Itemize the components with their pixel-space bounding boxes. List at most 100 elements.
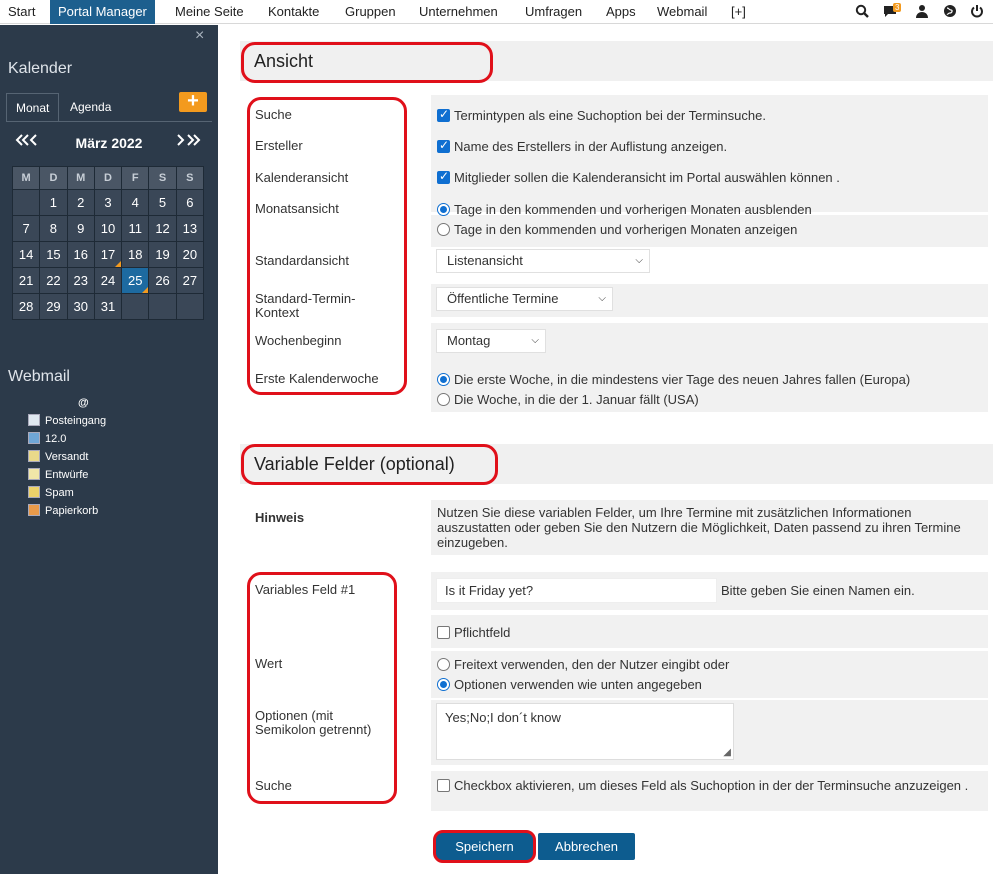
calendar-day[interactable]: 15	[39, 241, 68, 268]
select-standardansicht[interactable]: Listenansicht ⌵	[436, 249, 650, 273]
radio-woche-europa[interactable]: Die erste Woche, in die mindestens vier …	[437, 372, 910, 387]
calendar-day[interactable]: 9	[66, 215, 95, 242]
folder-entwuerfe[interactable]: Entwürfe	[28, 468, 88, 484]
tab-divider	[6, 121, 212, 122]
calendar-day[interactable]: 31	[93, 293, 123, 320]
radio-selected[interactable]	[437, 678, 450, 691]
calendar-day[interactable]: 5	[148, 189, 177, 216]
pflichtfeld-checkbox[interactable]: Pflichtfeld	[437, 625, 510, 640]
calendar-day[interactable]: 29	[39, 293, 68, 320]
calendar-day[interactable]: 21	[11, 267, 41, 294]
nav-start[interactable]: Start	[8, 0, 35, 24]
calendar-day[interactable]: 10	[93, 215, 123, 242]
calendar-day[interactable]: 3	[93, 189, 123, 216]
calendar-day[interactable]: 24	[93, 267, 123, 294]
optionen-textarea[interactable]: Yes;No;I don´t know ◢	[436, 703, 734, 760]
label-kalenderansicht: Kalenderansicht	[255, 170, 349, 185]
calendar-day[interactable]: 8	[39, 215, 68, 242]
save-button[interactable]: Speichern	[436, 833, 533, 860]
drafts-icon	[28, 468, 40, 480]
checkbox-checked[interactable]	[437, 169, 450, 184]
folder-label: Entwürfe	[45, 469, 89, 481]
calendar-day[interactable]: 27	[175, 267, 205, 294]
power-icon[interactable]	[969, 4, 985, 20]
calendar-day[interactable]: 30	[66, 293, 95, 320]
nav-unternehmen[interactable]: Unternehmen	[419, 0, 498, 24]
calendar-day[interactable]: 11	[121, 215, 150, 242]
calendar-day[interactable]: 4	[121, 189, 150, 216]
calendar-day[interactable]: 19	[148, 241, 177, 268]
globe-icon[interactable]	[942, 4, 958, 20]
folder-spam[interactable]: Spam	[28, 486, 74, 502]
tab-monat[interactable]: Monat	[6, 93, 60, 121]
checkbox-unchecked[interactable]	[437, 779, 450, 792]
checkbox-checked[interactable]	[437, 138, 450, 153]
tab-agenda[interactable]: Agenda	[61, 93, 120, 121]
calendar-day[interactable]: 13	[175, 215, 205, 242]
calendar-day[interactable]: 1	[39, 189, 68, 216]
calendar-day[interactable]: 20	[175, 241, 205, 268]
calendar-day[interactable]: 16	[66, 241, 95, 268]
weekday-label: M	[66, 166, 95, 190]
select-wochenbeginn[interactable]: Montag ⌵	[436, 329, 546, 353]
calendar-day[interactable]: 7	[11, 215, 41, 242]
radio-optionen[interactable]: Optionen verwenden wie unten angegeben	[437, 677, 702, 692]
folder-papierkorb[interactable]: Papierkorb	[28, 504, 98, 520]
folder-versandt[interactable]: Versandt	[28, 450, 88, 466]
checkbox-unchecked[interactable]	[437, 626, 450, 639]
nav-webmail[interactable]: Webmail	[657, 0, 707, 24]
select-standard-termin-kontext[interactable]: Öffentliche Termine ⌵	[436, 287, 613, 311]
radio-selected[interactable]	[437, 203, 450, 216]
inbox-icon	[28, 414, 40, 426]
label-optionen: Optionen (mit Semikolon getrennt)	[255, 708, 372, 737]
radio-woche-usa[interactable]: Die Woche, in die der 1. Januar fällt (U…	[437, 392, 699, 407]
folder-12-0[interactable]: 12.0	[28, 432, 66, 448]
nav-meine-seite[interactable]: Meine Seite	[175, 0, 244, 24]
nav-add[interactable]: [+]	[731, 0, 746, 24]
folder-label: Versandt	[45, 451, 89, 463]
checkbox-checked[interactable]	[437, 107, 450, 122]
radio-monat-ausblenden[interactable]: Tage in den kommenden und vorherigen Mon…	[437, 202, 812, 217]
calendar-day[interactable]: 26	[148, 267, 177, 294]
calendar-day[interactable]: 22	[39, 267, 68, 294]
radio-selected[interactable]	[437, 373, 450, 386]
calendar-day[interactable]: 2	[66, 189, 95, 216]
cancel-button[interactable]: Abbrechen	[538, 833, 635, 860]
nav-apps[interactable]: Apps	[606, 0, 636, 24]
label-standard-termin-kontext: Standard-Termin-Kontext	[255, 291, 356, 320]
calendar-day[interactable]: 12	[148, 215, 177, 242]
resize-grip-icon[interactable]: ◢	[723, 747, 731, 758]
folder-posteingang[interactable]: Posteingang	[28, 414, 106, 430]
calendar-day[interactable]: 14	[11, 241, 41, 268]
nav-umfragen[interactable]: Umfragen	[525, 0, 582, 24]
webmail-account[interactable]: @	[78, 397, 89, 409]
calendar-day[interactable]: 28	[11, 293, 41, 320]
suche-checkbox[interactable]: Checkbox aktivieren, um dieses Feld als …	[437, 778, 977, 793]
option-ersteller[interactable]: Name des Erstellers in der Auflistung an…	[437, 138, 727, 154]
weekday-label: D	[93, 166, 123, 190]
option-kalenderansicht[interactable]: Mitglieder sollen die Kalenderansicht im…	[437, 169, 840, 185]
user-icon[interactable]	[914, 4, 930, 20]
calendar-day[interactable]: 6	[175, 189, 205, 216]
calendar-day[interactable]: 23	[66, 267, 95, 294]
calendar-day-with-event[interactable]: 17	[93, 241, 123, 268]
radio-unselected[interactable]	[437, 393, 450, 406]
calendar-day-today[interactable]: 25	[121, 267, 150, 294]
option-suche[interactable]: Termintypen als eine Suchoption bei der …	[437, 107, 766, 123]
nav-portal-manager[interactable]: Portal Manager	[50, 0, 155, 24]
label-wochenbeginn: Wochenbeginn	[255, 333, 342, 348]
calendar-day[interactable]: 18	[121, 241, 150, 268]
radio-monat-anzeigen[interactable]: Tage in den kommenden und vorherigen Mon…	[437, 222, 797, 237]
close-icon[interactable]: ×	[195, 27, 204, 45]
nav-gruppen[interactable]: Gruppen	[345, 0, 396, 24]
variable-feld-1-input[interactable]: Is it Friday yet?	[436, 578, 717, 603]
add-event-button[interactable]: +	[179, 91, 207, 112]
nav-kontakte[interactable]: Kontakte	[268, 0, 319, 24]
search-zoom-icon[interactable]	[854, 4, 870, 20]
radio-unselected[interactable]	[437, 658, 450, 671]
weekday-label: M	[11, 166, 41, 190]
radio-unselected[interactable]	[437, 223, 450, 236]
label-monatsansicht: Monatsansicht	[255, 201, 339, 216]
radio-freitext[interactable]: Freitext verwenden, den der Nutzer eingi…	[437, 657, 729, 672]
next-year-icon[interactable]	[174, 132, 204, 153]
